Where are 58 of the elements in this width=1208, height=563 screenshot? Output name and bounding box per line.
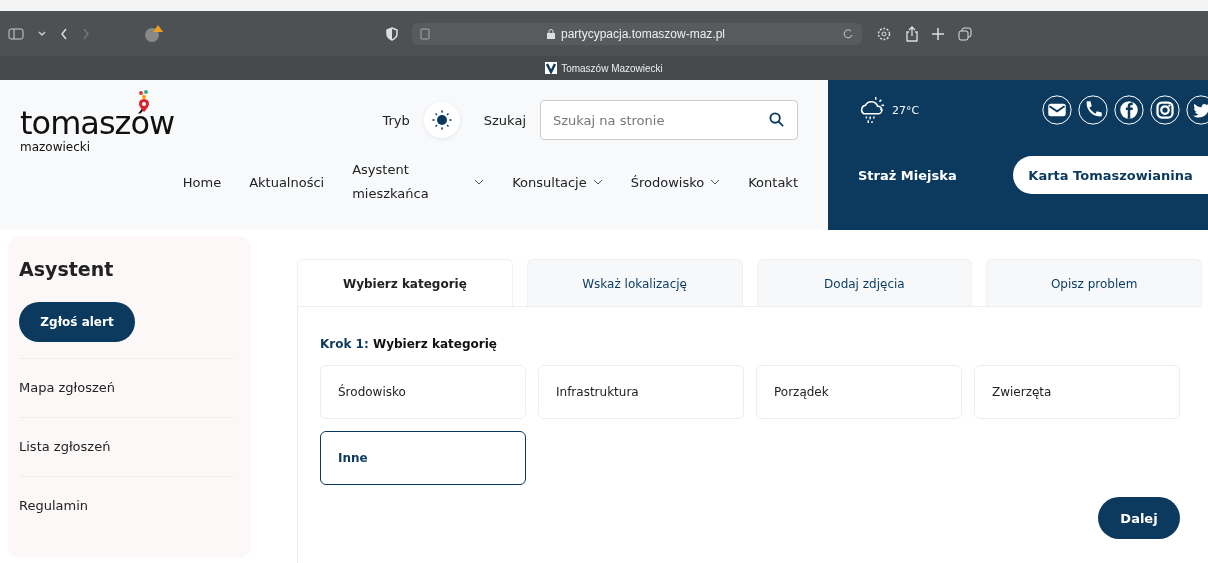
step-heading: Krok 1: Wybierz kategorię bbox=[320, 337, 498, 351]
temperature: 27°C bbox=[892, 103, 920, 117]
theme-toggle[interactable] bbox=[423, 102, 460, 138]
bookmark-tab[interactable]: Tomaszów Mazowiecki bbox=[545, 62, 663, 74]
tab[interactable]: Wybierz kategorię bbox=[297, 259, 513, 307]
category-option[interactable]: Inne bbox=[320, 431, 526, 485]
card-button[interactable]: Karta Tomaszowianina bbox=[1013, 156, 1208, 194]
logo[interactable]: tomaszów mazowiecki bbox=[20, 89, 175, 155]
chevron-down-icon[interactable] bbox=[38, 31, 46, 37]
chevron-down-icon bbox=[474, 179, 485, 185]
reload-icon[interactable] bbox=[842, 28, 854, 40]
mode-label: Tryb bbox=[382, 112, 410, 128]
category-option[interactable]: Porządek bbox=[756, 365, 962, 419]
extension-icon[interactable] bbox=[144, 25, 164, 43]
search-label: Szukaj bbox=[483, 112, 526, 128]
tab[interactable]: Opisz problem bbox=[986, 259, 1202, 307]
share-icon[interactable] bbox=[906, 26, 918, 42]
search-icon[interactable] bbox=[769, 112, 784, 127]
nav-link[interactable]: Kontakt bbox=[748, 174, 798, 190]
facebook-icon[interactable] bbox=[1114, 95, 1144, 125]
chevron-down-icon bbox=[710, 179, 721, 185]
sidebar-link[interactable]: Regulamin bbox=[19, 476, 233, 535]
sidebar-toggle-icon[interactable] bbox=[8, 28, 24, 40]
mail-icon[interactable] bbox=[1042, 95, 1072, 125]
nav-link[interactable]: Home bbox=[182, 174, 222, 190]
shield-icon[interactable] bbox=[386, 27, 398, 41]
nav-link[interactable]: Aktualności bbox=[249, 174, 325, 190]
search-field[interactable]: Szukaj na stronie bbox=[540, 100, 798, 140]
back-icon[interactable] bbox=[60, 28, 68, 40]
category-option[interactable]: Infrastruktura bbox=[538, 365, 744, 419]
new-tab-icon[interactable] bbox=[932, 28, 944, 40]
report-alert-button[interactable]: Zgłoś alert bbox=[19, 302, 135, 342]
nav-link[interactable]: Środowisko bbox=[630, 174, 721, 190]
tab[interactable]: Wskaż lokalizację bbox=[526, 259, 743, 307]
next-button[interactable]: Dalej bbox=[1098, 497, 1180, 539]
lock-icon bbox=[546, 29, 555, 39]
tabs-overview-icon[interactable] bbox=[958, 27, 972, 41]
weather-icon bbox=[858, 95, 886, 125]
forward-icon bbox=[82, 28, 90, 40]
sun-icon bbox=[431, 110, 452, 130]
instagram-icon[interactable] bbox=[1150, 95, 1180, 125]
category-option[interactable]: Środowisko bbox=[320, 365, 526, 419]
favicon-icon bbox=[545, 62, 558, 74]
settings-icon[interactable] bbox=[876, 26, 892, 42]
sidebar-title: Asystent bbox=[19, 258, 115, 280]
twitter-icon[interactable] bbox=[1186, 95, 1208, 125]
tab[interactable]: Dodaj zdjęcia bbox=[756, 259, 973, 307]
address-bar[interactable]: partycypacja.tomaszow-maz.pl bbox=[412, 23, 862, 45]
page-icon bbox=[420, 28, 430, 40]
url-text: partycypacja.tomaszow-maz.pl bbox=[560, 27, 726, 41]
nav-link[interactable]: Konsultacje bbox=[512, 174, 603, 190]
chevron-down-icon bbox=[592, 179, 603, 185]
phone-icon[interactable] bbox=[1078, 95, 1108, 125]
sidebar-link[interactable]: Lista zgłoszeń bbox=[19, 417, 233, 476]
nav-link[interactable]: Asystent mieszkańca bbox=[352, 158, 485, 206]
category-option[interactable]: Zwierzęta bbox=[974, 365, 1180, 419]
city-guard-link[interactable]: Straż Miejska bbox=[858, 167, 957, 183]
sidebar-link[interactable]: Mapa zgłoszeń bbox=[19, 358, 233, 417]
